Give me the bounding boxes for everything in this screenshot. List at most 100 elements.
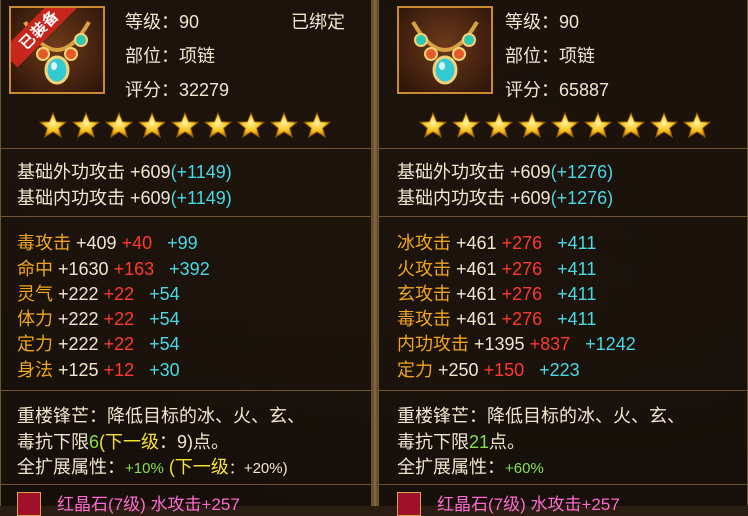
level-row: 等级：90 [505,8,579,34]
attr-extra: +30 [149,360,180,380]
star-icon [138,112,166,138]
base-stat-bonus: (+1276) [550,188,614,208]
ext-label: 全扩展属性： [397,457,505,477]
star-icon [204,112,232,138]
special-effect-line2: 毒抗下限6(下一级：9)点。 [17,428,229,454]
gem-line: 红晶石(7级) 水攻击+257 [57,495,240,514]
slot-label: 部位： [125,46,179,66]
special-unit: 点。 [193,432,230,452]
star-icon [237,112,265,138]
special-unit: 点。 [489,432,526,452]
attr-name: 灵气 [17,284,53,304]
star-icon [452,112,480,138]
item-tooltip-compare: 等级：90 部位：项链 评分：65887 基础外功攻击 +609(+1276) … [378,0,748,516]
special-value: 21 [469,432,490,452]
attr-refine: +837 [529,334,571,354]
star-icon [419,112,447,138]
attr-row: 火攻击 +461 +276 +411 [397,255,596,281]
item-tooltip-equipped: 已装备 等级：90 已绑定 部位：项链 评分：32279 基础外功攻击 +609… [0,0,372,516]
score-label: 评分： [125,80,179,100]
extension-attr-row: 全扩展属性：+60% [397,453,544,479]
score-label: 评分： [505,80,559,100]
star-icon [39,112,67,138]
attr-extra: +392 [169,259,210,279]
attr-row: 毒攻击 +409 +40 +99 [17,229,198,255]
attr-name: 定力 [397,360,433,380]
base-stat-row: 基础内功攻击 +609(+1149) [17,184,232,210]
ext-value: +10% [125,460,164,477]
attr-base: +222 [58,334,99,354]
extension-attr-row: 全扩展属性：+10% (下一级：+20%) [17,453,288,479]
level-row: 等级：90 [125,8,199,34]
attr-extra: +54 [149,334,180,354]
score-row: 评分：65887 [505,76,609,102]
attr-row: 玄攻击 +461 +276 +411 [397,280,596,306]
attr-base: +1395 [474,334,525,354]
base-stat-bonus: (+1276) [550,162,614,182]
level-value: 90 [559,12,580,32]
star-rating [39,112,331,138]
attr-base: +125 [58,360,99,380]
base-stat-row: 基础内功攻击 +609(+1276) [397,184,613,210]
attr-row: 内功攻击 +1395 +837 +1242 [397,330,636,356]
special-text: 毒抗下限 [17,432,89,452]
attr-base: +1630 [58,259,109,279]
necklace-item-icon[interactable] [397,6,493,94]
base-stat-row: 基础外功攻击 +609(+1149) [17,158,232,184]
level-value: 90 [179,12,200,32]
attr-row: 定力 +250 +150 +223 [397,356,580,382]
divider [1,148,371,149]
base-stat-value: +609 [130,188,171,208]
base-stat-bonus: (+1149) [170,162,232,182]
attr-name: 内功攻击 [397,334,469,354]
attr-name: 毒攻击 [397,309,451,329]
special-text: 毒抗下限 [397,432,469,452]
ext-next-value: ：+20%) [228,460,288,477]
attr-extra: +411 [557,259,597,279]
divider [1,390,371,391]
divider [379,390,747,391]
attr-name: 冰攻击 [397,233,451,253]
base-stat-value: +609 [130,162,171,182]
attr-row: 灵气 +222 +22 +54 [17,280,180,306]
star-icon [518,112,546,138]
attr-name: 身法 [17,360,53,380]
gem-icon [17,492,41,516]
star-icon [303,112,331,138]
necklace-item-icon[interactable]: 已装备 [9,6,105,94]
attr-base: +461 [456,284,497,304]
attr-refine: +22 [103,284,135,304]
attr-refine: +150 [483,360,525,380]
score-row: 评分：32279 [125,76,229,102]
special-effect-line1: 重楼锋芒：降低目标的冰、火、玄、 [397,406,685,426]
level-label: 等级： [505,12,559,32]
attr-refine: +22 [103,334,135,354]
star-rating [419,112,711,138]
attr-base: +461 [456,233,497,253]
ext-next: (下一级 [168,457,229,477]
necklace-icon [411,21,479,85]
attr-base: +250 [438,360,479,380]
attr-base: +222 [58,309,99,329]
star-icon [72,112,100,138]
attr-refine: +276 [501,259,543,279]
attr-name: 命中 [17,259,53,279]
base-stat-name: 基础内功攻击 [17,188,125,208]
slot-value: 项链 [179,46,215,66]
special-next: (下一级 [99,432,160,452]
attr-extra: +1242 [585,334,636,354]
divider [379,148,747,149]
bound-status: 已绑定 [291,12,345,32]
slot-row: 部位：项链 [505,42,595,68]
ext-label: 全扩展属性： [17,457,125,477]
attr-name: 毒攻击 [17,233,71,253]
base-stat-name: 基础外功攻击 [397,162,505,182]
attr-row: 定力 +222 +22 +54 [17,330,180,356]
star-icon [650,112,678,138]
slot-label: 部位： [505,46,559,66]
attr-refine: +22 [103,309,135,329]
attr-extra: +99 [167,233,198,253]
gem-icon [397,492,421,516]
star-icon [551,112,579,138]
base-stat-name: 基础外功攻击 [17,162,125,182]
